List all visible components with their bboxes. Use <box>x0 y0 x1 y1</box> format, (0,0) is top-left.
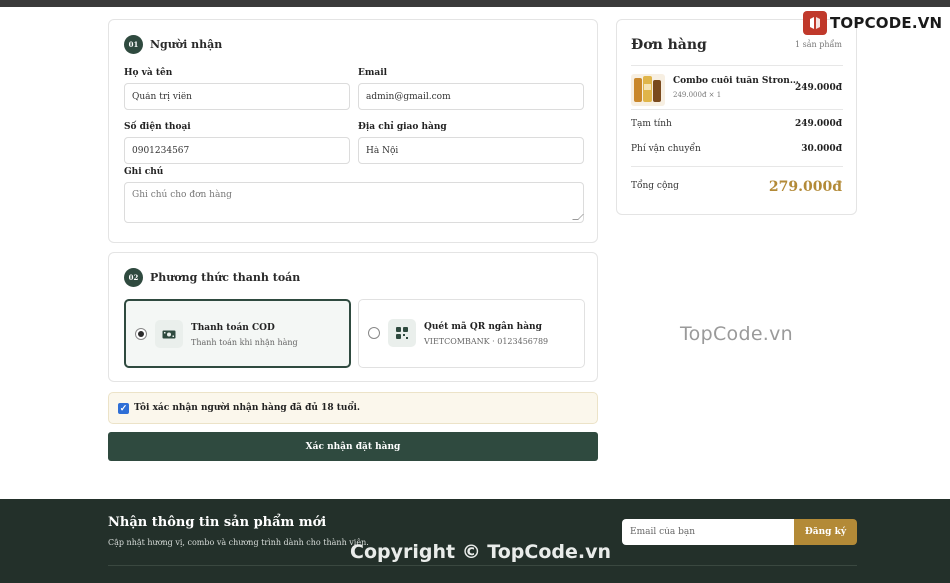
payment-option-name: Thanh toán COD <box>191 323 275 333</box>
recipient-header: 01 Người nhận <box>124 35 222 54</box>
newsletter-footer: Nhận thông tin sản phẩm mới Cập nhật hươ… <box>0 499 950 583</box>
place-order-button[interactable]: Xác nhận đặt hàng <box>108 432 598 461</box>
footer-divider <box>108 565 857 566</box>
phone-field[interactable] <box>124 137 350 164</box>
copyright-watermark: Copyright © TopCode.vn <box>350 541 612 563</box>
topcode-logo: TOPCODE.VN <box>803 11 942 35</box>
payment-option-desc: VIETCOMBANK · 0123456789 <box>424 337 549 346</box>
phone-label: Số điện thoại <box>124 122 191 132</box>
subtotal-label: Tạm tính <box>631 119 672 129</box>
address-field[interactable] <box>358 137 584 164</box>
topcode-logo-text: TOPCODE.VN <box>830 14 943 32</box>
note-label: Ghi chú <box>124 167 164 177</box>
payment-section: 02 Phương thức thanh toán Thanh toán COD… <box>108 252 598 382</box>
shipping-label: Phí vận chuyển <box>631 144 701 154</box>
product-thumbnail <box>631 74 665 106</box>
cod-radio[interactable] <box>135 328 147 340</box>
note-textarea[interactable] <box>124 182 584 223</box>
newsletter-title: Nhận thông tin sản phẩm mới <box>108 515 327 530</box>
watermark-text: TopCode.vn <box>680 323 794 345</box>
cash-icon <box>155 320 183 348</box>
email-field[interactable] <box>358 83 584 110</box>
step-badge: 01 <box>124 35 143 54</box>
age-confirmation: ✓ Tôi xác nhận người nhận hàng đã đủ 18 … <box>108 392 598 424</box>
payment-option-name: Quét mã QR ngân hàng <box>424 322 542 332</box>
payment-option-cod[interactable]: Thanh toán COD Thanh toán khi nhận hàng <box>124 299 351 368</box>
payment-option-desc: Thanh toán khi nhận hàng <box>191 338 298 347</box>
payment-header: 02 Phương thức thanh toán <box>124 268 300 287</box>
subscribe-button[interactable]: Đăng ký <box>794 519 857 545</box>
step-badge: 02 <box>124 268 143 287</box>
product-name: Combo cuối tuần Strongbow… <box>673 76 799 86</box>
section-title: Phương thức thanh toán <box>150 271 301 284</box>
newsletter-email-input[interactable] <box>622 519 794 545</box>
name-field[interactable] <box>124 83 350 110</box>
divider <box>631 166 843 167</box>
age-confirmation-text: Tôi xác nhận người nhận hàng đã đủ 18 tu… <box>134 403 360 413</box>
subtotal-value: 249.000đ <box>795 119 842 129</box>
qr-code-icon <box>388 319 416 347</box>
divider <box>631 109 843 110</box>
product-line-total: 249.000đ <box>795 83 842 93</box>
product-unit-price: 249.000đ × 1 <box>673 91 722 99</box>
age-checkbox[interactable]: ✓ <box>118 403 129 414</box>
total-value: 279.000đ <box>768 179 842 195</box>
name-label: Họ và tên <box>124 68 173 78</box>
recipient-section: 01 Người nhận Họ và tên Email Số điện th… <box>108 19 598 243</box>
payment-option-qr[interactable]: Quét mã QR ngân hàng VIETCOMBANK · 01234… <box>358 299 585 368</box>
address-label: Địa chỉ giao hàng <box>358 122 447 132</box>
newsletter-subtitle: Cập nhật hương vị, combo và chương trình… <box>108 538 369 547</box>
qr-radio[interactable] <box>368 327 380 339</box>
order-summary: Đơn hàng 1 sản phẩm Combo cuối tuần Stro… <box>616 19 857 215</box>
section-title: Người nhận <box>150 38 223 51</box>
topcode-logo-icon <box>803 11 827 35</box>
top-bar <box>0 0 950 7</box>
email-label: Email <box>358 68 388 78</box>
shipping-value: 30.000đ <box>801 144 842 154</box>
total-label: Tổng cộng <box>631 181 679 191</box>
order-title: Đơn hàng <box>631 37 707 53</box>
order-item-count: 1 sản phẩm <box>795 40 842 49</box>
divider <box>631 65 843 66</box>
